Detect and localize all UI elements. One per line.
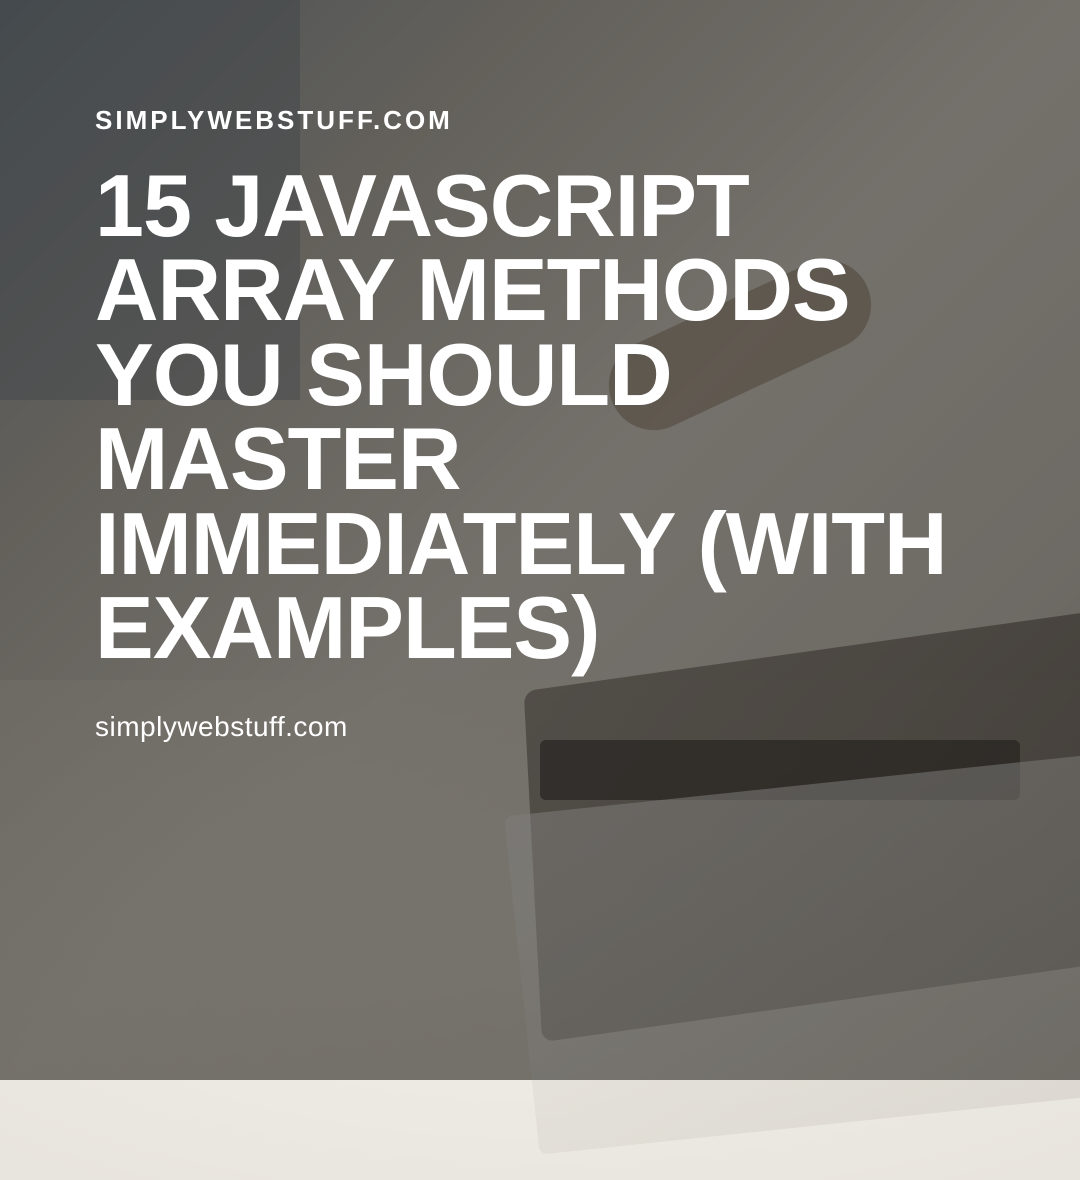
content-container: SIMPLYWEBSTUFF.COM 15 JAVASCRIPT ARRAY M… [0, 0, 1080, 1080]
site-url: simplywebstuff.com [95, 711, 985, 743]
article-headline: 15 JAVASCRIPT ARRAY METHODS YOU SHOULD M… [95, 164, 985, 671]
site-label: SIMPLYWEBSTUFF.COM [95, 105, 985, 136]
